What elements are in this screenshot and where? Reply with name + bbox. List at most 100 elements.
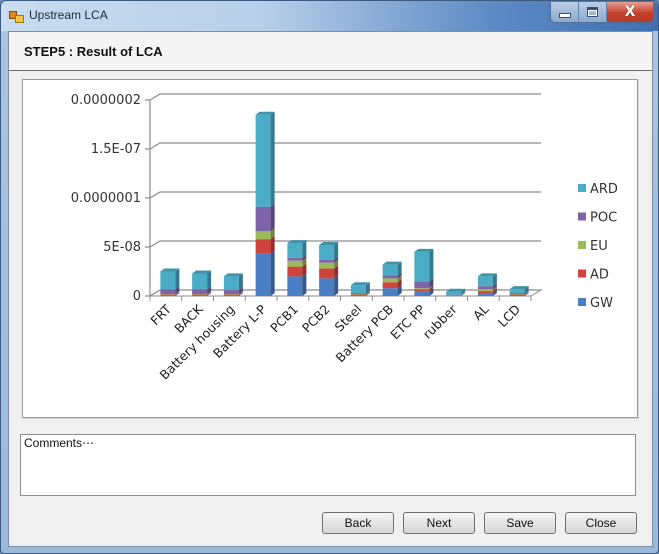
x-tick-label: rubber [420, 301, 461, 342]
bar-segment-ad [319, 268, 335, 279]
minimize-button[interactable] [551, 2, 579, 22]
bar-segment-gw [414, 291, 430, 296]
bar-segment-poc [319, 259, 335, 263]
bar-segment-gw [223, 295, 239, 296]
bar-segment-gw [382, 288, 398, 296]
bar-segment-poc [160, 289, 176, 295]
bar-segment-poc [255, 206, 271, 232]
close-icon: X [624, 4, 636, 20]
legend-swatch-ard [578, 184, 586, 192]
bar-segment-ad [223, 294, 239, 296]
gridline [145, 93, 541, 101]
save-button[interactable]: Save [484, 512, 556, 534]
bar-segment-poc [446, 294, 462, 296]
bar-side-ad [270, 236, 275, 254]
bar-segment-ard [160, 271, 176, 290]
bar-segment-ard [350, 285, 366, 294]
maximize-button[interactable] [579, 2, 607, 22]
bar-segment-eu [255, 231, 271, 240]
bar-segment-ard [319, 245, 335, 260]
bar-side-gw [270, 250, 275, 296]
y-tick-label: 5E-08 [103, 240, 141, 255]
client-area: STEP5 : Result of LCA 0 5E-08 0.0000001 1.5… [8, 31, 653, 547]
bar-segment-ard [255, 114, 271, 207]
next-button[interactable]: Next [403, 512, 475, 534]
bar-segment-ad [160, 294, 176, 296]
close-button[interactable]: Close [565, 512, 637, 534]
bar-segment-gw [287, 276, 303, 296]
bar-segment-eu [319, 262, 335, 269]
bar-segment-eu [477, 289, 493, 292]
app-icon [9, 9, 24, 23]
bar-segment-poc [382, 275, 398, 279]
legend-label-gw: GW [590, 296, 613, 311]
bar-segment-ad [509, 294, 525, 296]
title-bar[interactable]: Upstream LCA X [1, 1, 658, 31]
window-title: Upstream LCA [29, 8, 108, 22]
bar-segment-ad [382, 282, 398, 289]
y-tick-label: 0.0000001 [71, 191, 141, 206]
gridline [145, 191, 541, 199]
bar-segment-ad [477, 291, 493, 294]
bar-side-ard [302, 240, 307, 258]
bar-segment-ard [223, 276, 239, 291]
x-tick-label: PCB1 [267, 302, 301, 336]
legend-label-eu: EU [590, 239, 608, 254]
back-button[interactable]: Back [322, 512, 394, 534]
bar-segment-ard [382, 264, 398, 276]
x-tick-label: AL [470, 301, 492, 323]
legend-label-poc: POC [590, 211, 617, 226]
bar-segment-poc [509, 293, 525, 295]
step-header: STEP5 : Result of LCA [9, 32, 652, 71]
bar-segment-gw [319, 278, 335, 296]
bar-segment-gw [160, 295, 176, 296]
comments-textarea[interactable] [20, 434, 636, 496]
bar-side-gw [302, 273, 307, 296]
bar-segment-gw [509, 295, 525, 296]
bar-segment-eu [446, 295, 462, 296]
bar-segment-poc [192, 289, 208, 295]
legend-swatch-poc [578, 212, 586, 221]
bar-segment-poc [223, 290, 239, 295]
bar-segment-ad [350, 294, 366, 296]
bar-segment-poc [477, 286, 493, 290]
bar-segment-ard [192, 273, 208, 290]
bar-segment-poc [350, 293, 366, 295]
bar-segment-eu [414, 288, 430, 290]
x-tick-label: LCD [495, 302, 524, 331]
legend-swatch-gw [578, 298, 586, 306]
maximize-icon [587, 7, 598, 17]
lca-stacked-bar-chart: 05E-080.00000011.5E-070.0000002FRTBACKBa… [71, 93, 618, 383]
legend-label-ard: ARD [590, 182, 618, 197]
bar-side-ard [429, 248, 434, 282]
minimize-icon [558, 12, 571, 18]
page-title: STEP5 : Result of LCA [24, 44, 163, 59]
bar-segment-gw [192, 295, 208, 296]
bar-segment-ad [287, 266, 303, 277]
bar-side-ard [175, 268, 180, 290]
bar-segment-ard [446, 291, 462, 295]
bar-segment-ard [477, 276, 493, 287]
y-tick-label: 0 [133, 289, 141, 304]
y-tick-label: 0.0000002 [71, 93, 141, 108]
bar-segment-eu [350, 294, 366, 295]
y-tick-label: 1.5E-07 [91, 142, 141, 157]
bar-segment-eu [192, 294, 208, 295]
bar-segment-ad [255, 239, 271, 254]
x-tick-label: FRT [147, 301, 174, 328]
bar-segment-poc [414, 281, 430, 289]
x-tick-label: PCB2 [299, 302, 333, 336]
bar-segment-eu [160, 294, 176, 295]
close-window-button[interactable]: X [607, 2, 653, 22]
bar-side-ard [207, 270, 212, 290]
legend-swatch-eu [578, 241, 586, 249]
gridline [145, 142, 541, 150]
bar-segment-ard [287, 243, 303, 258]
bar-segment-poc [287, 257, 303, 261]
bar-side-poc [270, 203, 275, 232]
bar-segment-eu [223, 294, 239, 295]
legend-label-ad: AD [590, 268, 609, 283]
bar-side-ard [270, 111, 275, 207]
bar-segment-eu [382, 278, 398, 283]
bar-side-ard [334, 242, 339, 260]
